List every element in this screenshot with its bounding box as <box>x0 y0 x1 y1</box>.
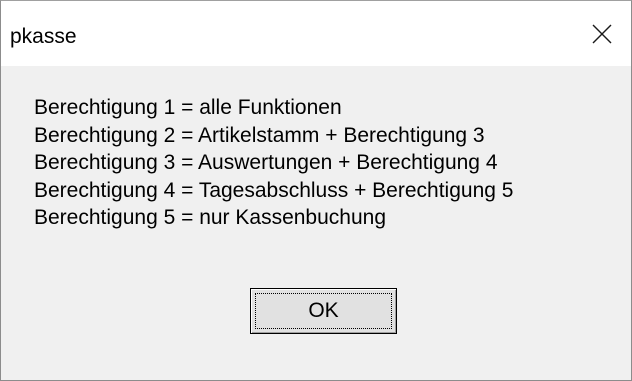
message-line: Berechtigung 5 = nur Kassenbuchung <box>34 206 387 229</box>
message-line: Berechtigung 2 = Artikelstamm + Berechti… <box>34 123 485 147</box>
title-bar[interactable]: pkasse <box>1 1 631 66</box>
message-text: Berechtigung 1 = alle Funktionen Berecht… <box>34 94 513 232</box>
close-icon <box>592 24 612 43</box>
window-title: pkasse <box>10 25 77 48</box>
message-dialog: pkasse Berechtigung 1 = alle Funktionen … <box>0 0 632 381</box>
close-button[interactable] <box>573 1 631 66</box>
ok-button[interactable]: OK <box>250 288 397 334</box>
ok-button-label: OK <box>308 299 339 322</box>
message-line: Berechtigung 1 = alle Funktionen <box>34 96 342 119</box>
message-line: Berechtigung 3 = Auswertungen + Berechti… <box>34 151 498 174</box>
message-line: Berechtigung 4 = Tagesabschluss + Berech… <box>34 178 514 202</box>
dialog-body: Berechtigung 1 = alle Funktionen Berecht… <box>1 66 631 380</box>
